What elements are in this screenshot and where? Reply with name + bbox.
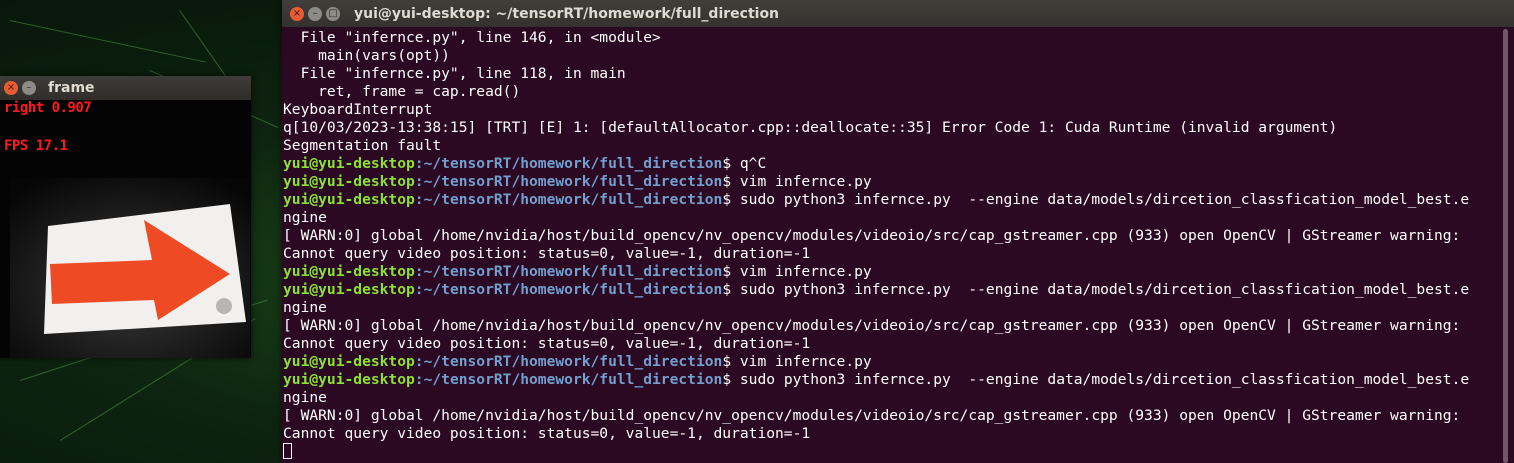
- line-text: [ WARN:0] global /home/nvidia/host/build…: [283, 407, 1461, 424]
- prompt-user: yui@yui-desktop: [283, 353, 415, 370]
- card-reflection: [216, 298, 232, 314]
- terminal-output[interactable]: File "infernce.py", line 146, in <module…: [283, 29, 1493, 463]
- terminal-prompt-line: yui@yui-desktop:~/tensorRT/homework/full…: [283, 281, 1493, 299]
- line-text: Cannot query video position: status=0, v…: [283, 335, 811, 352]
- line-text: $ vim infernce.py: [722, 353, 872, 370]
- terminal-prompt-line: yui@yui-desktop:~/tensorRT/homework/full…: [283, 353, 1493, 371]
- prompt-user: yui@yui-desktop: [283, 155, 415, 172]
- terminal-output-line: ngine: [283, 389, 1493, 407]
- prediction-label: right 0.907: [4, 100, 92, 116]
- terminal-output-line: main(vars(opt)): [283, 47, 1493, 65]
- terminal-output-line: ngine: [283, 209, 1493, 227]
- terminal-title: yui@yui-desktop: ~/tensorRT/homework/ful…: [354, 5, 780, 22]
- terminal-output-line: q[10/03/2023-13:38:15] [TRT] [E] 1: [def…: [283, 119, 1493, 137]
- line-text: q[10/03/2023-13:38:15] [TRT] [E] 1: [def…: [283, 119, 1338, 136]
- line-text: $ vim infernce.py: [722, 263, 872, 280]
- prompt-user: yui@yui-desktop: [283, 191, 415, 208]
- close-icon[interactable]: ×: [290, 6, 304, 21]
- terminal-output-line: ngine: [283, 299, 1493, 317]
- line-text: [ WARN:0] global /home/nvidia/host/build…: [283, 227, 1461, 244]
- line-text: [ WARN:0] global /home/nvidia/host/build…: [283, 317, 1461, 334]
- camera-frame-image: right 0.907 FPS 17.1: [0, 100, 251, 358]
- terminal-output-line: File "infernce.py", line 118, in main: [283, 65, 1493, 83]
- prompt-path: :~/tensorRT/homework/full_direction: [414, 353, 723, 370]
- terminal-prompt-line: yui@yui-desktop:~/tensorRT/homework/full…: [283, 173, 1493, 191]
- terminal-output-line: ret, frame = cap.read(): [283, 83, 1493, 101]
- terminal-titlebar[interactable]: × – □ yui@yui-desktop: ~/tensorRT/homewo…: [282, 0, 1514, 27]
- terminal-output-line: Cannot query video position: status=0, v…: [283, 245, 1493, 263]
- terminal-prompt-line: yui@yui-desktop:~/tensorRT/homework/full…: [283, 371, 1493, 389]
- frame-window-title: frame: [48, 80, 95, 96]
- close-icon[interactable]: ×: [4, 81, 18, 95]
- prompt-path: :~/tensorRT/homework/full_direction: [414, 173, 723, 190]
- prompt-user: yui@yui-desktop: [283, 371, 415, 388]
- line-text: $ sudo python3 infernce.py --engine data…: [722, 191, 1470, 208]
- wallpaper-strand: [9, 20, 206, 63]
- line-text: ngine: [283, 209, 327, 226]
- terminal-input-line[interactable]: [283, 443, 1493, 461]
- line-text: ngine: [283, 299, 327, 316]
- line-text: ngine: [283, 389, 327, 406]
- line-text: Cannot query video position: status=0, v…: [283, 425, 811, 442]
- minimize-icon[interactable]: –: [308, 6, 322, 21]
- line-text: $ sudo python3 infernce.py --engine data…: [722, 281, 1470, 298]
- text-cursor: [283, 443, 292, 459]
- terminal-window[interactable]: × – □ yui@yui-desktop: ~/tensorRT/homewo…: [282, 0, 1514, 463]
- line-text: $ q^C: [722, 155, 767, 172]
- minimize-icon[interactable]: –: [22, 81, 36, 95]
- terminal-prompt-line: yui@yui-desktop:~/tensorRT/homework/full…: [283, 191, 1493, 209]
- prompt-path: :~/tensorRT/homework/full_direction: [414, 155, 723, 172]
- line-text: main(vars(opt)): [283, 47, 450, 64]
- terminal-output-line: Cannot query video position: status=0, v…: [283, 335, 1493, 353]
- prompt-path: :~/tensorRT/homework/full_direction: [414, 281, 723, 298]
- frame-titlebar[interactable]: × – frame: [0, 76, 251, 100]
- terminal-output-line: KeyboardInterrupt: [283, 101, 1493, 119]
- terminal-output-line: [ WARN:0] global /home/nvidia/host/build…: [283, 407, 1493, 425]
- line-text: Segmentation fault: [283, 137, 442, 154]
- terminal-output-line: Segmentation fault: [283, 137, 1493, 155]
- line-text: File "infernce.py", line 146, in <module…: [283, 29, 661, 46]
- line-text: File "infernce.py", line 118, in main: [283, 65, 626, 82]
- prompt-user: yui@yui-desktop: [283, 281, 415, 298]
- line-text: ret, frame = cap.read(): [283, 83, 521, 100]
- prompt-user: yui@yui-desktop: [283, 263, 415, 280]
- prompt-user: yui@yui-desktop: [283, 173, 415, 190]
- line-text: $ sudo python3 infernce.py --engine data…: [722, 371, 1470, 388]
- frame-window[interactable]: × – frame right 0.907 FPS 17.1: [0, 76, 251, 358]
- terminal-output-line: [ WARN:0] global /home/nvidia/host/build…: [283, 317, 1493, 335]
- fps-label: FPS 17.1: [4, 138, 68, 154]
- prompt-path: :~/tensorRT/homework/full_direction: [414, 263, 723, 280]
- scrollbar-thumb[interactable]: [1503, 29, 1508, 463]
- line-text: $ vim infernce.py: [722, 173, 872, 190]
- terminal-output-line: File "infernce.py", line 146, in <module…: [283, 29, 1493, 47]
- line-text: KeyboardInterrupt: [283, 101, 433, 118]
- terminal-prompt-line: yui@yui-desktop:~/tensorRT/homework/full…: [283, 263, 1493, 281]
- terminal-output-line: [ WARN:0] global /home/nvidia/host/build…: [283, 227, 1493, 245]
- prompt-path: :~/tensorRT/homework/full_direction: [414, 191, 723, 208]
- line-text: Cannot query video position: status=0, v…: [283, 245, 811, 262]
- terminal-prompt-line: yui@yui-desktop:~/tensorRT/homework/full…: [283, 155, 1493, 173]
- terminal-output-line: Cannot query video position: status=0, v…: [283, 425, 1493, 443]
- prompt-path: :~/tensorRT/homework/full_direction: [414, 371, 723, 388]
- maximize-icon[interactable]: □: [326, 6, 340, 21]
- terminal-scrollbar[interactable]: [1500, 29, 1512, 463]
